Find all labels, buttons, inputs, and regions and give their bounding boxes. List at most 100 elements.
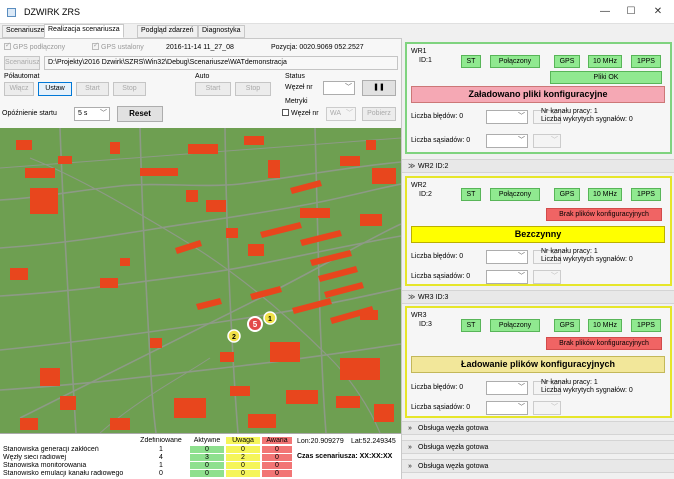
errors-select[interactable]: ﹀	[486, 250, 528, 264]
files-status[interactable]: Brak plików konfiguracyjnych	[546, 208, 662, 221]
node-name: WR3	[411, 312, 427, 319]
neighbors-select[interactable]: ﹀	[486, 401, 528, 415]
neighbors-select[interactable]: ﹀	[486, 270, 528, 284]
status-node-select[interactable]: ﹀	[323, 81, 355, 95]
st-indicator[interactable]: ST	[461, 188, 481, 201]
error-count: Liczba błędów: 0	[411, 253, 464, 260]
header-failure: Awaria	[262, 437, 292, 444]
cell: 0	[226, 446, 260, 453]
reset-button[interactable]: Reset	[117, 106, 163, 122]
auto-start-button[interactable]: Start	[195, 82, 231, 96]
10mhz-indicator[interactable]: 10 MHz	[588, 55, 622, 68]
scenario-button[interactable]: Scenariusz	[4, 56, 40, 70]
section-node-ready-1[interactable]: » Obsługa węzła gotowa	[402, 421, 674, 435]
st-indicator[interactable]: ST	[461, 55, 481, 68]
app-icon	[7, 8, 16, 17]
connected-indicator[interactable]: Połączony	[490, 319, 540, 332]
gps-set-checkbox[interactable]: GPS ustalony	[92, 41, 144, 51]
scenario-path-field[interactable]: D:\Projekty\2016 Dzwirk\SZRS\Win32\Debug…	[44, 56, 398, 70]
neighbors-sub-select[interactable]: ﹀	[533, 401, 561, 415]
section-label: WR3 ID:3	[418, 294, 449, 301]
neighbor-count: Liczba sąsiadów: 0	[411, 137, 471, 144]
chevron-right-icon: »	[408, 425, 412, 432]
connected-indicator[interactable]: Połączony	[490, 188, 540, 201]
errors-select[interactable]: ﹀	[486, 381, 528, 395]
control-panel: GPS podłączony GPS ustalony 2016-11-14 1…	[0, 38, 401, 128]
chevron-down-icon: ﹀	[518, 253, 525, 260]
node-state-banner: Ładowanie plików konfiguracyjnych	[411, 356, 665, 373]
start-delay-select[interactable]: 5 s ﹀	[74, 107, 110, 121]
latitude-text: Lat:52.249345	[351, 438, 396, 445]
row-label-monitoring: Stanowiska monitorowania	[3, 462, 87, 469]
cell: 0	[226, 462, 260, 469]
enable-button[interactable]: Włącz	[4, 82, 34, 96]
longitude-text: Lon:20.909279	[297, 438, 344, 445]
set-button[interactable]: Ustaw	[38, 82, 72, 96]
10mhz-indicator[interactable]: 10 MHz	[588, 319, 622, 332]
errors-select[interactable]: ﹀	[486, 110, 528, 124]
detected-signals: Liczba wykrytych sygnałów: 0	[541, 116, 633, 123]
map-view[interactable]: 5 1 2	[0, 128, 401, 433]
semiauto-stop-button[interactable]: Stop	[113, 82, 146, 96]
metrics-node-select[interactable]: WA ﹀	[326, 107, 356, 121]
section-node-ready-3[interactable]: » Obsługa węzła gotowa	[402, 459, 674, 473]
error-count: Liczba błędów: 0	[411, 384, 464, 391]
gps-connected-checkbox[interactable]: GPS podłączony	[4, 41, 65, 51]
10mhz-indicator[interactable]: 10 MHz	[588, 188, 622, 201]
cell: 1	[159, 462, 163, 469]
datetime-text: 2016-11-14 11_27_08	[166, 44, 234, 51]
node-id: ID:2	[419, 191, 432, 198]
cell: 3	[190, 454, 224, 461]
gps-indicator[interactable]: GPS	[554, 319, 580, 332]
cell: 0	[262, 462, 292, 469]
fetch-button[interactable]: Pobierz	[362, 107, 396, 121]
st-indicator[interactable]: ST	[461, 319, 481, 332]
start-delay-label: Opóźnienie startu	[2, 110, 57, 117]
node-id: ID:1	[419, 57, 432, 64]
chevron-right-icon: »	[408, 444, 412, 451]
semiauto-label: Półautomat	[4, 73, 40, 80]
node-marker-red-label: 5	[253, 320, 258, 329]
map-canvas: 5 1 2	[0, 128, 401, 433]
gps-indicator[interactable]: GPS	[554, 188, 580, 201]
section-wr3[interactable]: ≫ WR3 ID:3	[402, 290, 674, 304]
connected-indicator[interactable]: Połączony	[490, 55, 540, 68]
tab-diagnostics[interactable]: Diagnostyka	[198, 25, 245, 38]
minimize-icon[interactable]: —	[595, 4, 615, 20]
chevron-down-icon: ≫	[408, 294, 416, 301]
metrics-node-checkbox[interactable]: Węzeł nr	[282, 109, 319, 117]
1pps-indicator[interactable]: 1PPS	[631, 319, 661, 332]
channel-number: Nr kanału pracy: 1	[541, 108, 598, 115]
gps-indicator[interactable]: GPS	[554, 55, 580, 68]
cell: 0	[262, 454, 292, 461]
chevron-down-icon: ≫	[408, 163, 416, 170]
neighbors-sub-select[interactable]: ﹀	[533, 134, 561, 148]
files-status[interactable]: Brak plików konfiguracyjnych	[546, 337, 662, 350]
channel-number: Nr kanału pracy: 1	[541, 248, 598, 255]
auto-stop-button[interactable]: Stop	[235, 82, 271, 96]
chevron-down-icon: ﹀	[518, 137, 525, 144]
detected-signals: Liczba wykrytych sygnałów: 0	[541, 387, 633, 394]
semiauto-start-button[interactable]: Start	[76, 82, 109, 96]
close-icon[interactable]: ✕	[648, 4, 668, 20]
section-node-ready-2[interactable]: » Obsługa węzła gotowa	[402, 440, 674, 454]
row-label-channel-emulation: Stanowisko emulacji kanału radiowego	[3, 470, 124, 477]
chevron-down-icon: ﹀	[551, 404, 558, 411]
files-status[interactable]: Pliki OK	[550, 71, 662, 84]
tab-scenario-execution[interactable]: Realizacja scenariusza	[44, 24, 124, 38]
node-state-banner: Załadowano pliki konfiguracyjne	[411, 86, 665, 103]
section-wr2[interactable]: ≫ WR2 ID:2	[402, 159, 674, 173]
auto-label: Auto	[195, 73, 210, 80]
tab-scenarios[interactable]: Scenariusze	[2, 25, 49, 38]
maximize-icon[interactable]: ☐	[621, 4, 641, 20]
1pps-indicator[interactable]: 1PPS	[631, 55, 661, 68]
neighbors-sub-select[interactable]: ﹀	[533, 270, 561, 284]
section-label: Obsługa węzła gotowa	[418, 425, 489, 432]
neighbors-select[interactable]: ﹀	[486, 134, 528, 148]
tab-event-view[interactable]: Podgląd zdarzeń	[137, 25, 198, 38]
neighbor-count: Liczba sąsiadów: 0	[411, 404, 471, 411]
neighbor-count: Liczba sąsiadów: 0	[411, 273, 471, 280]
metrics-node-label: Węzeł nr	[291, 110, 319, 117]
1pps-indicator[interactable]: 1PPS	[631, 188, 661, 201]
pause-button[interactable]: ❚❚	[362, 80, 396, 96]
